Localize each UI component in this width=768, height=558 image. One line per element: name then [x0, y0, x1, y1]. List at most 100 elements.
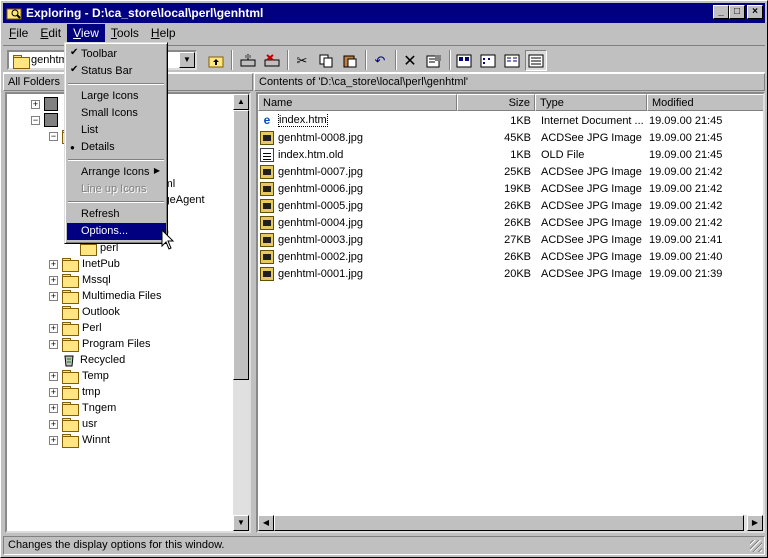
expand-icon[interactable]: + [49, 275, 58, 285]
expand-icon[interactable]: + [49, 291, 58, 301]
expand-icon[interactable]: + [49, 403, 58, 413]
column-size[interactable]: Size [457, 94, 535, 111]
menu-item-label: Refresh [81, 208, 120, 220]
column-modified[interactable]: Modified [647, 94, 763, 111]
tree-item[interactable]: + Tngem [49, 400, 116, 416]
delete-button[interactable]: ✕ [399, 50, 421, 71]
menu-help[interactable]: Help [145, 24, 182, 42]
expand-icon[interactable]: + [49, 339, 58, 349]
cut-button[interactable]: ✂ [291, 50, 313, 71]
tree-item[interactable]: + Temp [49, 368, 109, 384]
up-folder-button[interactable] [205, 50, 227, 71]
list-button[interactable] [501, 50, 523, 71]
tree-item[interactable]: + usr [49, 416, 97, 432]
menu-item-large-icons[interactable]: Large Icons [67, 88, 166, 105]
menu-edit[interactable]: Edit [34, 24, 67, 42]
details-button[interactable] [525, 50, 547, 71]
disconnect-icon [264, 53, 280, 66]
collapse-icon[interactable]: − [31, 115, 40, 125]
file-row[interactable]: genhtml-0006.jpg 19KB ACDSee JPG Image 19.0… [260, 180, 763, 197]
disconnect-drive-button[interactable] [261, 50, 283, 71]
tree-item[interactable]: + InetPub [49, 256, 120, 272]
expand-icon[interactable]: + [49, 259, 58, 269]
tree-item[interactable]: + [31, 96, 62, 112]
maximize-button[interactable]: □ [729, 5, 745, 19]
small-icons-button[interactable] [477, 50, 499, 71]
file-row[interactable]: index.htm.old 1KB OLD File 19.09.00 21:45 [260, 146, 763, 163]
tree-item[interactable]: Outlook [49, 304, 120, 320]
undo-button[interactable]: ↶ [369, 50, 391, 71]
menu-item-options[interactable]: Options... [67, 223, 166, 240]
copy-button[interactable] [315, 50, 337, 71]
menu-item-status-bar[interactable]: ✔ Status Bar [67, 63, 166, 80]
file-row[interactable]: genhtml-0002.jpg 26KB ACDSee JPG Image 19.0… [260, 248, 763, 265]
resize-grip[interactable] [750, 540, 762, 552]
menu-item-label: List [81, 124, 99, 136]
large-icons-icon [456, 54, 472, 67]
close-button[interactable]: × [747, 5, 763, 19]
tree-item[interactable]: − [31, 112, 62, 128]
column-name[interactable]: Name [258, 94, 457, 111]
menu-item-details[interactable]: ● Details [67, 139, 166, 156]
file-size: 1KB [510, 114, 531, 127]
file-row[interactable]: genhtml-0008.jpg 45KB ACDSee JPG Image 19.0… [260, 129, 763, 146]
expand-icon[interactable]: + [49, 323, 58, 333]
file-row[interactable]: genhtml-0004.jpg 26KB ACDSee JPG Image 19.0… [260, 214, 763, 231]
properties-button[interactable] [423, 50, 445, 71]
jpg-file-icon [260, 181, 274, 196]
menu-item-toolbar[interactable]: ✔ Toolbar [67, 46, 166, 63]
file-size: 26KB [504, 250, 531, 263]
paste-button[interactable] [339, 50, 361, 71]
tree-scroll-thumb[interactable] [233, 110, 249, 380]
tree-item[interactable]: + Multimedia Files [49, 288, 161, 304]
expand-icon[interactable]: + [49, 387, 58, 397]
file-row[interactable]: genhtml-0005.jpg 26KB ACDSee JPG Image 19.0… [260, 197, 763, 214]
file-list[interactable]: Name Size Type Modified e index.htm 1KB Int… [256, 92, 765, 533]
contents-header: Contents of 'D:\ca_store\local\perl\genh… [254, 73, 765, 91]
expand-icon[interactable]: + [49, 419, 58, 429]
tree-item[interactable]: + Mssql [49, 272, 111, 288]
menu-tools[interactable]: Tools [105, 24, 145, 42]
expand-icon[interactable]: + [31, 99, 40, 109]
tree-item[interactable]: + Perl [49, 320, 102, 336]
expand-icon[interactable]: + [49, 371, 58, 381]
file-row[interactable]: genhtml-0001.jpg 20KB ACDSee JPG Image 19.0… [260, 265, 763, 282]
menu-item-list[interactable]: List [67, 122, 166, 139]
menu-item-refresh[interactable]: Refresh [67, 206, 166, 223]
tree-item[interactable]: + Program Files [49, 336, 150, 352]
up-folder-icon [208, 56, 224, 67]
minimize-button[interactable]: _ [713, 5, 729, 19]
file-row[interactable]: e index.htm 1KB Internet Document ... 19.09.… [260, 112, 763, 129]
map-drive-button[interactable] [237, 50, 259, 71]
menu-file[interactable]: File [3, 24, 34, 42]
list-hscrollbar[interactable]: ◀ ▶ [258, 515, 763, 531]
menu-item-small-icons[interactable]: Small Icons [67, 105, 166, 122]
title-bar[interactable]: Exploring - D:\ca_store\local\perl\genht… [3, 3, 765, 23]
list-scroll-thumb[interactable] [274, 515, 744, 531]
scroll-down-button[interactable]: ▼ [233, 515, 249, 531]
tree-scrollbar[interactable]: ▲ ▼ [233, 94, 249, 531]
file-row[interactable]: genhtml-0007.jpg 25KB ACDSee JPG Image 19.0… [260, 163, 763, 180]
chevron-down-icon[interactable]: ▼ [179, 52, 195, 68]
scroll-left-button[interactable]: ◀ [258, 515, 274, 531]
column-type[interactable]: Type [535, 94, 647, 111]
menu-item-arrange-icons[interactable]: Arrange Icons ▶ [67, 164, 166, 181]
file-type: ACDSee JPG Image [541, 216, 642, 229]
tree-item[interactable]: + Winnt [49, 432, 110, 448]
large-icons-button[interactable] [453, 50, 475, 71]
checkmark-icon: ✔ [70, 47, 79, 58]
file-row[interactable]: genhtml-0003.jpg 27KB ACDSee JPG Image 19.0… [260, 231, 763, 248]
expand-icon[interactable]: + [49, 435, 58, 445]
scroll-right-button[interactable]: ▶ [747, 515, 763, 531]
menu-view[interactable]: View [67, 24, 105, 42]
tree-item[interactable]: Recycled [49, 352, 125, 368]
scroll-up-button[interactable]: ▲ [233, 94, 249, 110]
file-name: genhtml-0004.jpg [278, 216, 364, 229]
drive-icon [44, 113, 58, 127]
menu-item-label: Large Icons [81, 90, 139, 102]
file-name: genhtml-0002.jpg [278, 250, 364, 263]
collapse-icon[interactable]: − [49, 131, 58, 141]
file-name: index.htm.old [278, 148, 344, 161]
jpg-file-icon [260, 164, 274, 179]
tree-item[interactable]: + tmp [49, 384, 100, 400]
